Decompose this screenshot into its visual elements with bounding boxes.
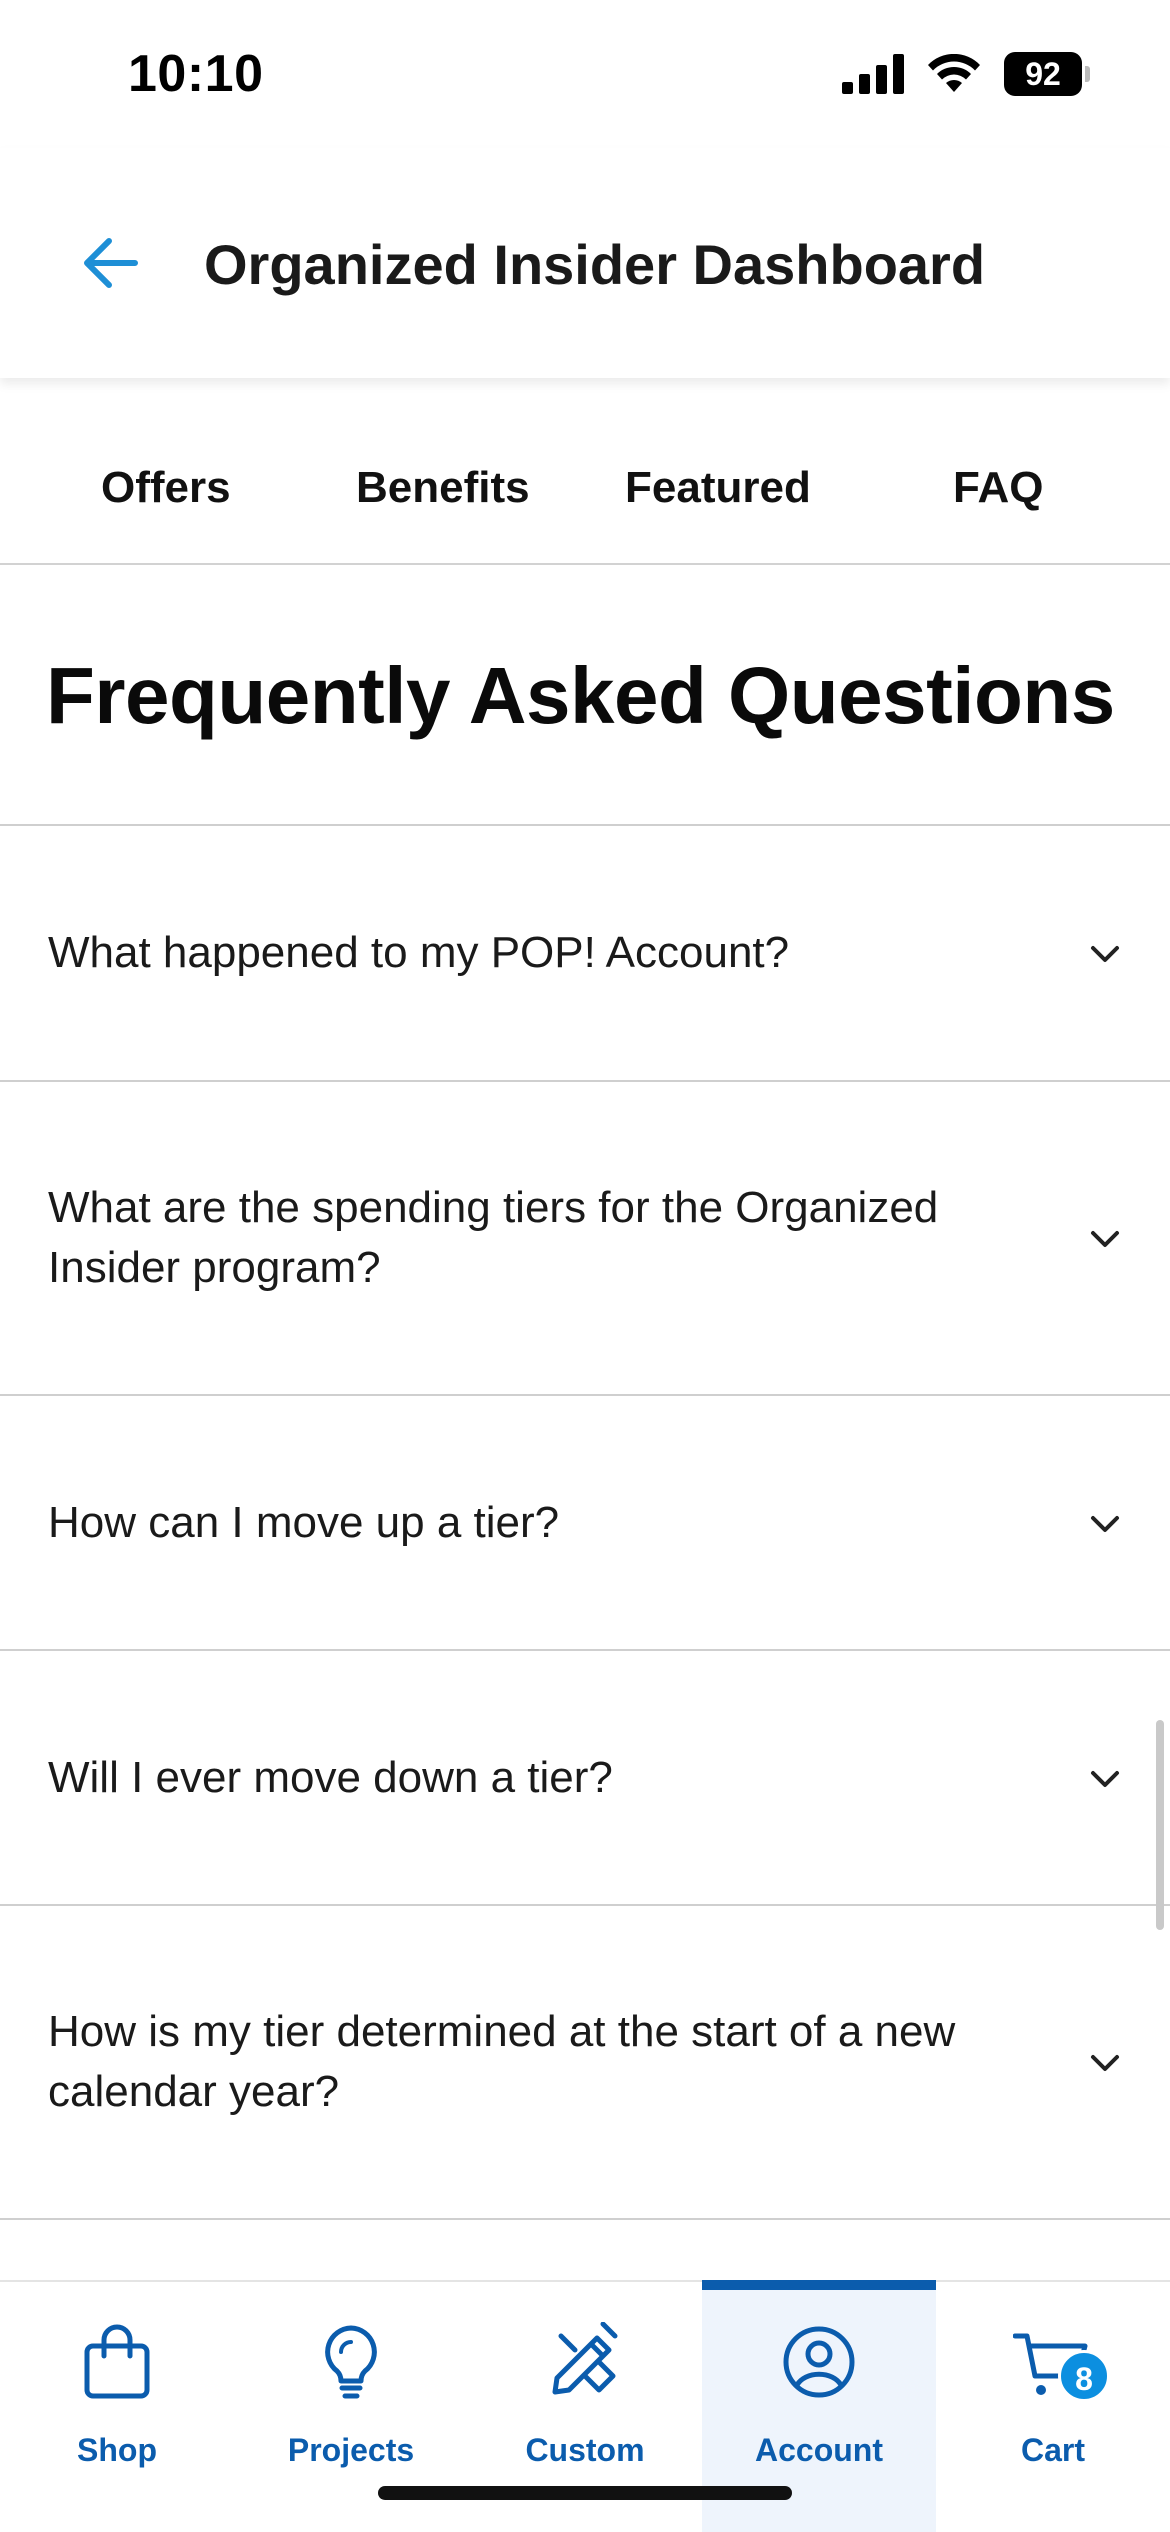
shopping-bag-icon	[84, 2324, 150, 2399]
faq-item[interactable]: Will I ever move down a tier?	[0, 1651, 1170, 1906]
faq-item[interactable]: What happened to my POP! Account?	[0, 826, 1170, 1082]
faq-question: How can I move up a tier?	[48, 1497, 560, 1547]
back-button[interactable]	[78, 230, 144, 296]
lightbulb-icon	[325, 2325, 377, 2399]
cellular-signal-icon	[842, 54, 904, 94]
nav-shop[interactable]: Shop	[0, 2282, 234, 2532]
back-arrow-icon	[84, 238, 138, 288]
cart-count-badge: 8	[1058, 2350, 1110, 2402]
status-bar: 10:10 92	[0, 0, 1170, 145]
chevron-down-icon	[1091, 2055, 1119, 2071]
status-icons: 92	[842, 52, 1090, 96]
tab-featured[interactable]: Featured	[625, 463, 811, 513]
tab-benefits[interactable]: Benefits	[356, 463, 530, 513]
nav-label: Shop	[77, 2432, 157, 2468]
screen: 10:10 92 Organized Insider Dashboard Off…	[0, 0, 1170, 2532]
faq-question: What are the spending tiers for the Orga…	[48, 1183, 939, 1292]
wifi-icon	[928, 54, 980, 92]
faq-question: How is my tier determined at the start o…	[48, 2007, 956, 2116]
battery-cap	[1085, 66, 1090, 82]
chevron-down-icon	[1091, 1770, 1119, 1787]
faq-question: What happened to my POP! Account?	[48, 928, 790, 977]
faq-list: What happened to my POP! Account? What a…	[0, 824, 1170, 2220]
faq-item[interactable]: How can I move up a tier?	[0, 1396, 1170, 1651]
nav-cart[interactable]: 8 Cart	[936, 2282, 1170, 2532]
faq-item[interactable]: What are the spending tiers for the Orga…	[0, 1082, 1170, 1396]
home-indicator	[378, 2486, 792, 2500]
scrollbar[interactable]	[1156, 1720, 1164, 1930]
nav-label: Projects	[287, 2432, 415, 2468]
account-icon	[783, 2326, 855, 2398]
faq-question: Will I ever move down a tier?	[48, 1752, 613, 1802]
nav-label: Cart	[1020, 2432, 1085, 2468]
app-header: Organized Insider Dashboard	[0, 148, 1170, 378]
faq-heading: Frequently Asked Questions	[46, 651, 1115, 740]
nav-label: Account	[755, 2432, 883, 2468]
chevron-down-icon	[1091, 946, 1119, 962]
tab-faq[interactable]: FAQ	[953, 463, 1043, 513]
battery-level: 92	[1004, 52, 1082, 96]
pencil-ruler-icon	[552, 2322, 618, 2395]
faq-item[interactable]: How is my tier determined at the start o…	[0, 1906, 1170, 2220]
chevron-down-icon	[1091, 1231, 1119, 1247]
tab-offers[interactable]: Offers	[101, 463, 231, 513]
nav-label: Custom	[525, 2432, 645, 2468]
tab-bar: Offers Benefits Featured FAQ	[0, 385, 1170, 565]
page-title: Organized Insider Dashboard	[204, 233, 986, 296]
battery-icon: 92	[1004, 52, 1090, 96]
status-time: 10:10	[128, 45, 264, 103]
chevron-down-icon	[1091, 1515, 1119, 1532]
